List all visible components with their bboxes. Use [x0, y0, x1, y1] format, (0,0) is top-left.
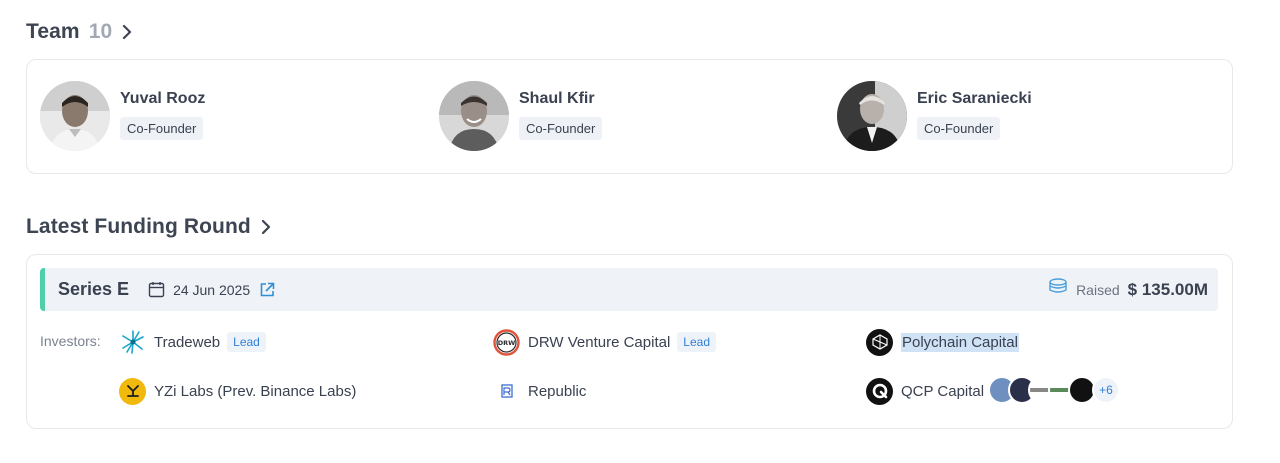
round-name: Series E	[58, 279, 130, 299]
raised-value: $ 135.00M	[1127, 279, 1208, 299]
drw-logo-icon: DRW	[493, 328, 520, 356]
investor-item[interactable]: YZi Labs (Prev. Binance Labs)	[119, 377, 356, 405]
investor-name: Tradeweb	[154, 333, 221, 351]
member-name: Shaul Kfir	[519, 90, 595, 107]
republic-logo-icon	[493, 378, 520, 405]
team-member[interactable]: Shaul Kfir Co-Founder	[439, 81, 603, 151]
member-name: Eric Saraniecki	[917, 90, 1032, 107]
investor-item[interactable]: Polychain Capital	[866, 328, 1019, 356]
investor-name: Polychain Capital	[901, 332, 1019, 352]
polychain-logo-icon	[866, 328, 893, 356]
yzi-logo-icon	[119, 377, 146, 405]
team-section-title[interactable]: Team 10	[26, 20, 132, 44]
coins-icon	[1048, 278, 1068, 301]
svg-text:DRW: DRW	[498, 339, 516, 347]
investor-item[interactable]: Tradeweb Lead	[119, 328, 266, 356]
investor-name: QCP Capital	[901, 382, 985, 400]
investor-name: Republic	[528, 382, 587, 400]
raised-label: Raised	[1076, 281, 1120, 298]
investor-name: YZi Labs (Prev. Binance Labs)	[154, 382, 357, 400]
team-title: Team	[26, 20, 80, 43]
lead-badge: Lead	[677, 332, 716, 352]
team-count: 10	[88, 20, 113, 43]
more-investors-count[interactable]: +6	[1092, 376, 1120, 404]
investor-item[interactable]: DRW DRW Venture Capital Lead	[493, 328, 716, 356]
tradeweb-logo-icon	[119, 329, 146, 356]
external-link-icon[interactable]	[259, 282, 275, 298]
role-badge: Co-Founder	[120, 117, 204, 140]
role-badge: Co-Founder	[917, 117, 1001, 140]
raised-info: Raised $ 135.00M	[1048, 278, 1208, 301]
investors-label: Investors:	[40, 333, 101, 349]
member-name: Yuval Rooz	[120, 90, 206, 107]
team-member[interactable]: Eric Saraniecki Co-Founder	[837, 81, 1032, 151]
calendar-icon	[148, 281, 165, 298]
avatar	[40, 81, 110, 151]
role-badge: Co-Founder	[519, 117, 603, 140]
funding-title: Latest Funding Round	[26, 215, 251, 238]
investor-item[interactable]: Republic	[493, 377, 586, 405]
round-date: 24 Jun 2025	[173, 281, 251, 298]
lead-badge: Lead	[227, 332, 266, 352]
avatar	[439, 81, 509, 151]
team-member[interactable]: Yuval Rooz Co-Founder	[40, 81, 205, 151]
chevron-right-icon[interactable]	[261, 219, 271, 235]
investor-name: DRW Venture Capital	[528, 333, 671, 351]
more-investors-stack[interactable]: +6	[988, 376, 1120, 404]
qcp-logo-icon	[866, 377, 893, 405]
investor-item[interactable]: QCP Capital	[866, 377, 984, 405]
round-header: Series E 24 Jun 2025 Raised $ 135.00M	[40, 268, 1218, 311]
team-card: Yuval Rooz Co-Founder Shaul Kfir Co-Foun…	[26, 59, 1233, 174]
chevron-right-icon[interactable]	[122, 24, 132, 40]
funding-section-title[interactable]: Latest Funding Round	[26, 215, 271, 239]
funding-card: Series E 24 Jun 2025 Raised $ 135.00M In…	[26, 254, 1233, 429]
avatar	[837, 81, 907, 151]
